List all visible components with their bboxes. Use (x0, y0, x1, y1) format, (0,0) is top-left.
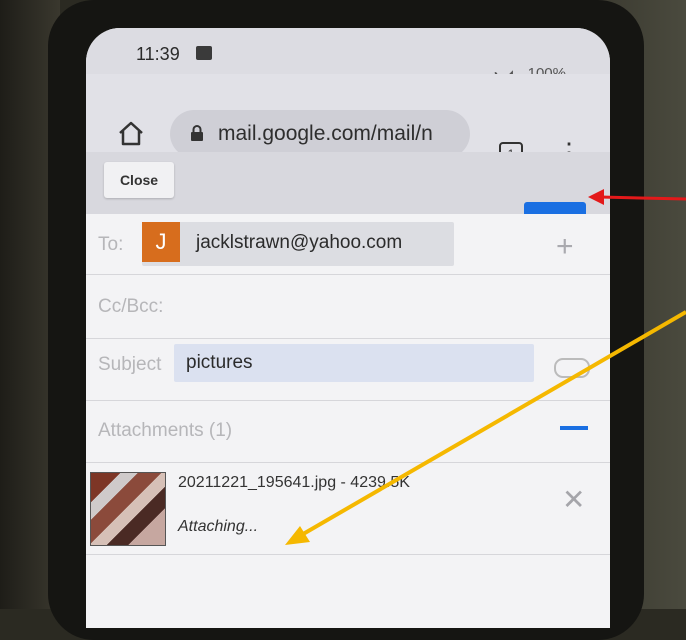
subject-value: pictures (186, 352, 253, 373)
subject-label: Subject (98, 354, 162, 375)
attachment-thumbnail (90, 472, 166, 546)
phone-screen: 11:39 ◔ ◢ 100% mail.google.com/mail/n 1 … (86, 28, 610, 628)
recipient-chip[interactable]: J jacklstrawn@yahoo.com (142, 222, 454, 266)
collapse-icon[interactable] (560, 426, 588, 430)
status-bar: 11:39 ◔ ◢ 100% (86, 28, 610, 82)
paperclip-icon[interactable] (554, 358, 590, 378)
address-bar[interactable]: mail.google.com/mail/n (170, 110, 470, 158)
subject-input[interactable]: pictures (174, 344, 534, 382)
compose-form: To: J jacklstrawn@yahoo.com + Cc/Bcc: Su… (86, 214, 610, 628)
attachments-header: Attachments (1) (86, 400, 610, 463)
attachment-status: Attaching... (178, 518, 259, 535)
browser-toolbar: mail.google.com/mail/n 1 ⋮ (86, 74, 610, 166)
close-button[interactable]: Close (104, 162, 174, 198)
ccbcc-label: Cc/Bcc: (98, 296, 164, 317)
status-time: 11:39 (136, 44, 180, 64)
url-text: mail.google.com/mail/n (218, 122, 433, 145)
attachment-item: 20211221_195641.jpg - 4239.5K Attaching.… (86, 462, 610, 555)
attachment-name: 20211221_195641.jpg - 4239.5K (178, 474, 410, 491)
remove-attachment-icon[interactable]: ✕ (562, 486, 585, 514)
subject-row: Subject pictures (86, 338, 610, 401)
avatar: J (142, 222, 180, 262)
add-recipient-icon[interactable]: + (556, 232, 574, 262)
lock-icon (191, 125, 203, 141)
to-row: To: J jacklstrawn@yahoo.com + (86, 214, 610, 275)
recipient-email: jacklstrawn@yahoo.com (196, 232, 403, 253)
attachments-label: Attachments (1) (98, 420, 233, 441)
notification-icon (196, 46, 212, 60)
home-icon[interactable] (116, 118, 146, 148)
to-label: To: (98, 234, 124, 255)
ccbcc-row[interactable]: Cc/Bcc: (86, 274, 610, 339)
